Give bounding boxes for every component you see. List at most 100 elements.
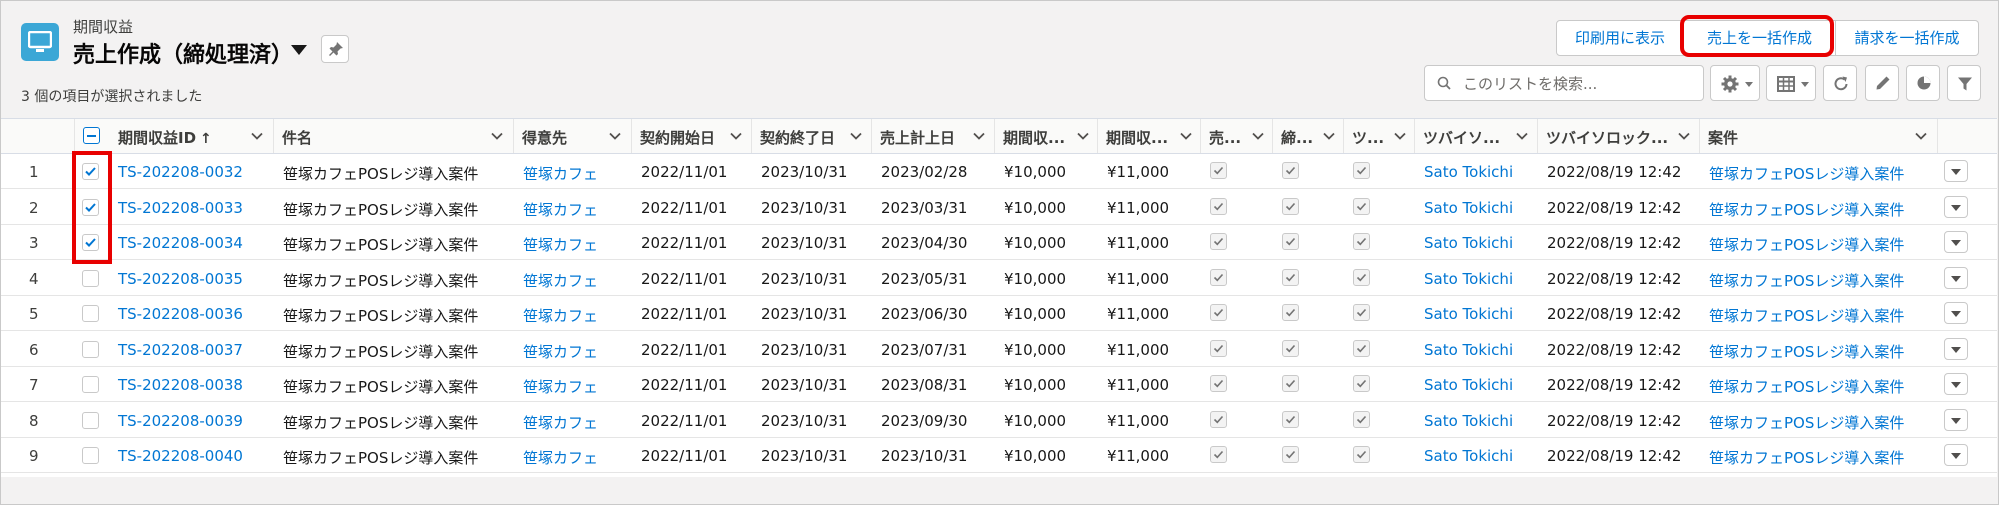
opportunity-link[interactable]: 笹塚カフェPOSレジ導入案件 — [1709, 234, 1904, 255]
user-link[interactable]: Sato Tokichi — [1424, 163, 1513, 181]
refresh-button[interactable] — [1823, 65, 1857, 101]
table-row[interactable]: 1 TS-202208-0032 笹塚カフェPOSレジ導入案件 笹塚カフェ 2022/1… — [1, 154, 1997, 189]
row-select-checkbox[interactable] — [82, 340, 99, 358]
opportunity-link[interactable]: 笹塚カフェPOSレジ導入案件 — [1709, 376, 1904, 397]
user-link[interactable]: Sato Tokichi — [1424, 199, 1513, 217]
user-link[interactable]: Sato Tokichi — [1424, 305, 1513, 323]
column-header-subject[interactable]: 件名 — [274, 119, 514, 153]
user-link[interactable]: Sato Tokichi — [1424, 447, 1513, 465]
column-header-customer[interactable]: 得意先 — [514, 119, 632, 153]
chevron-down-icon[interactable] — [1515, 129, 1529, 143]
table-row[interactable]: 4 TS-202208-0035 笹塚カフェPOSレジ導入案件 笹塚カフェ 2022/1… — [1, 260, 1997, 296]
search-input[interactable] — [1461, 72, 1695, 96]
chevron-down-icon[interactable] — [1322, 129, 1336, 143]
customer-link[interactable]: 笹塚カフェ — [523, 376, 598, 397]
column-header-amount-1[interactable]: 期間収... — [995, 119, 1098, 153]
table-row[interactable]: 2 TS-202208-0033 笹塚カフェPOSレジ導入案件 笹塚カフェ 2022/1… — [1, 189, 1997, 225]
customer-link[interactable]: 笹塚カフェ — [523, 234, 598, 255]
opportunity-link[interactable]: 笹塚カフェPOSレジ導入案件 — [1709, 199, 1904, 220]
list-view-title[interactable]: 売上作成（締処理済） — [73, 37, 293, 69]
row-select-checkbox[interactable] — [82, 198, 99, 216]
record-id-link[interactable]: TS-202208-0040 — [118, 447, 243, 465]
user-link[interactable]: Sato Tokichi — [1424, 376, 1513, 394]
opportunity-link[interactable]: 笹塚カフェPOSレジ導入案件 — [1709, 447, 1904, 468]
chevron-down-icon[interactable] — [1251, 129, 1265, 143]
inline-edit-button[interactable] — [1865, 65, 1899, 101]
customer-link[interactable]: 笹塚カフェ — [523, 305, 598, 326]
table-row[interactable]: 5 TS-202208-0036 笹塚カフェPOSレジ導入案件 笹塚カフェ 2022/1… — [1, 296, 1997, 331]
create-sales-bulk-button[interactable]: 売上を一括作成 — [1684, 20, 1836, 56]
column-header-amount-2[interactable]: 期間収... — [1098, 119, 1201, 153]
column-header-user[interactable]: ツバイソ... — [1415, 119, 1538, 153]
table-row[interactable]: 9 TS-202208-0040 笹塚カフェPOSレジ導入案件 笹塚カフェ 2022/1… — [1, 438, 1997, 473]
create-invoice-bulk-button[interactable]: 請求を一括作成 — [1836, 20, 1979, 56]
chevron-down-icon[interactable] — [1677, 129, 1691, 143]
record-id-link[interactable]: TS-202208-0037 — [118, 341, 243, 359]
chevron-down-icon[interactable] — [1914, 129, 1928, 143]
chevron-down-icon[interactable] — [1179, 129, 1193, 143]
opportunity-link[interactable]: 笹塚カフェPOSレジ導入案件 — [1709, 163, 1904, 184]
customer-link[interactable]: 笹塚カフェ — [523, 270, 598, 291]
chevron-down-icon[interactable] — [608, 129, 622, 143]
column-header-id[interactable]: 期間収益ID ↑ — [110, 119, 274, 153]
row-actions-button[interactable] — [1944, 231, 1968, 253]
record-id-link[interactable]: TS-202208-0034 — [118, 234, 243, 252]
record-id-link[interactable]: TS-202208-0033 — [118, 199, 243, 217]
customer-link[interactable]: 笹塚カフェ — [523, 447, 598, 468]
chevron-down-icon[interactable] — [729, 129, 743, 143]
opportunity-link[interactable]: 笹塚カフェPOSレジ導入案件 — [1709, 270, 1904, 291]
row-select-checkbox[interactable] — [82, 234, 99, 251]
column-header-start-date[interactable]: 契約開始日 — [632, 119, 752, 153]
row-actions-button[interactable] — [1944, 160, 1968, 182]
customer-link[interactable]: 笹塚カフェ — [523, 412, 598, 433]
user-link[interactable]: Sato Tokichi — [1424, 270, 1513, 288]
column-header-lock-date[interactable]: ツバイソロック... — [1538, 119, 1700, 153]
table-row[interactable]: 6 TS-202208-0037 笹塚カフェPOSレジ導入案件 笹塚カフェ 2022/1… — [1, 331, 1997, 367]
column-header-opportunity[interactable]: 案件 — [1700, 119, 1938, 153]
chevron-down-icon[interactable] — [1076, 129, 1090, 143]
row-select-checkbox[interactable] — [82, 163, 99, 180]
row-select-checkbox[interactable] — [82, 269, 99, 287]
record-id-link[interactable]: TS-202208-0038 — [118, 376, 243, 394]
opportunity-link[interactable]: 笹塚カフェPOSレジ導入案件 — [1709, 305, 1904, 326]
column-header-flag-1[interactable]: 売... — [1201, 119, 1273, 153]
record-id-link[interactable]: TS-202208-0039 — [118, 412, 243, 430]
chevron-down-icon[interactable] — [972, 129, 986, 143]
record-id-link[interactable]: TS-202208-0036 — [118, 305, 243, 323]
row-select-checkbox[interactable] — [82, 376, 99, 393]
row-actions-button[interactable] — [1944, 408, 1968, 431]
chevron-down-icon[interactable] — [250, 129, 264, 143]
customer-link[interactable]: 笹塚カフェ — [523, 199, 598, 220]
user-link[interactable]: Sato Tokichi — [1424, 341, 1513, 359]
table-row[interactable]: 3 TS-202208-0034 笹塚カフェPOSレジ導入案件 笹塚カフェ 2022/1… — [1, 225, 1997, 260]
row-actions-button[interactable] — [1944, 266, 1968, 289]
opportunity-link[interactable]: 笹塚カフェPOSレジ導入案件 — [1709, 412, 1904, 433]
column-header-flag-3[interactable]: ツ... — [1344, 119, 1415, 153]
column-header-sales-date[interactable]: 売上計上日 — [872, 119, 995, 153]
record-id-link[interactable]: TS-202208-0032 — [118, 163, 243, 181]
table-row[interactable]: 8 TS-202208-0039 笹塚カフェPOSレジ導入案件 笹塚カフェ 2022/1… — [1, 402, 1997, 438]
user-link[interactable]: Sato Tokichi — [1424, 412, 1513, 430]
row-actions-button[interactable] — [1944, 337, 1968, 360]
charts-button[interactable] — [1906, 65, 1940, 101]
select-all-checkbox[interactable] — [83, 127, 100, 144]
display-as-button[interactable] — [1766, 65, 1816, 101]
opportunity-link[interactable]: 笹塚カフェPOSレジ導入案件 — [1709, 341, 1904, 362]
chevron-down-icon[interactable] — [849, 129, 863, 143]
user-link[interactable]: Sato Tokichi — [1424, 234, 1513, 252]
chevron-down-icon[interactable] — [490, 129, 504, 143]
customer-link[interactable]: 笹塚カフェ — [523, 163, 598, 184]
chevron-down-icon[interactable] — [1393, 129, 1407, 143]
table-row[interactable]: 7 TS-202208-0038 笹塚カフェPOSレジ導入案件 笹塚カフェ 2022/1… — [1, 367, 1997, 402]
pin-list-button[interactable] — [321, 35, 349, 63]
filter-button[interactable] — [1947, 65, 1981, 101]
print-view-button[interactable]: 印刷用に表示 — [1556, 20, 1684, 56]
row-actions-button[interactable] — [1944, 373, 1968, 395]
row-select-checkbox[interactable] — [82, 305, 99, 322]
row-actions-button[interactable] — [1944, 195, 1968, 218]
row-select-checkbox[interactable] — [82, 411, 99, 429]
column-header-end-date[interactable]: 契約終了日 — [752, 119, 872, 153]
record-id-link[interactable]: TS-202208-0035 — [118, 270, 243, 288]
column-header-flag-2[interactable]: 締... — [1273, 119, 1344, 153]
row-select-checkbox[interactable] — [82, 447, 99, 464]
